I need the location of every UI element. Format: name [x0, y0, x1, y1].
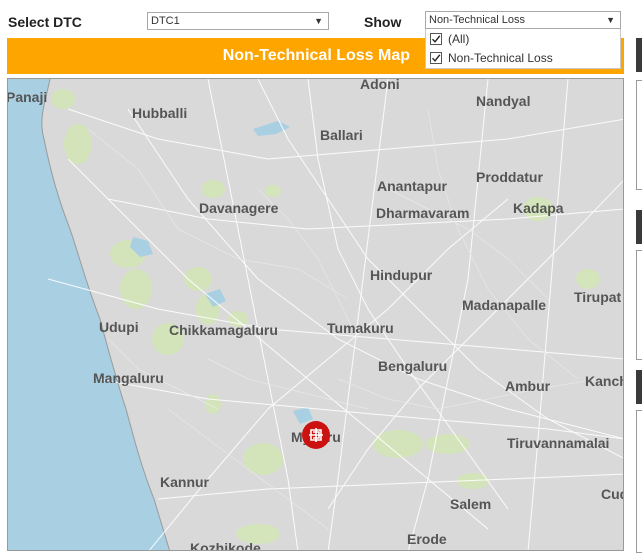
side-panel-header: [636, 38, 642, 72]
city-label: Tumakuru: [327, 320, 394, 336]
city-label: Panaji: [7, 89, 48, 105]
select-dtc-dropdown[interactable]: DTC1 ▼: [147, 12, 329, 30]
city-label: Hubballi: [132, 105, 188, 121]
side-panel-frame: [636, 250, 642, 360]
city-label: Ballari: [320, 127, 363, 143]
city-label: Ambur: [505, 378, 551, 394]
side-panel-header: [636, 210, 642, 244]
city-label: Dharmavaram: [376, 205, 470, 221]
side-panel-header: [636, 370, 642, 404]
city-label: Tiruvannamalai: [507, 435, 610, 451]
select-dtc-label: Select DTC: [8, 14, 82, 30]
side-panel-frame: [636, 80, 642, 190]
map-title: Non-Technical Loss Map: [222, 47, 410, 64]
show-option-label: Non-Technical Loss: [448, 51, 553, 65]
city-label: Kanch: [585, 373, 624, 389]
show-value: Non-Technical Loss: [429, 14, 525, 26]
show-dropdown[interactable]: Non-Technical Loss ▼: [425, 11, 621, 29]
city-label: Salem: [450, 496, 492, 512]
checkbox-checked-icon[interactable]: [430, 52, 442, 64]
city-label: Udupi: [99, 319, 139, 335]
city-label: Adoni: [360, 78, 400, 92]
show-option-all[interactable]: (All): [430, 30, 469, 48]
city-label: Kannur: [160, 474, 209, 490]
map-canvas[interactable]: Panaji Hubballi Adoni Nandyal Ballari An…: [7, 78, 624, 551]
chevron-down-icon[interactable]: ▼: [314, 13, 323, 29]
dtc-location-marker-icon[interactable]: [301, 420, 331, 450]
show-option-non-technical-loss[interactable]: Non-Technical Loss: [430, 49, 553, 67]
city-label: Madanapalle: [462, 297, 547, 313]
select-dtc-value: DTC1: [151, 15, 180, 27]
city-label: Nandyal: [476, 93, 531, 109]
city-label: Anantapur: [377, 178, 447, 194]
side-panel-frame: [636, 410, 642, 553]
show-option-label: (All): [448, 32, 470, 46]
city-label: Bengaluru: [378, 358, 448, 374]
city-label: Proddatur: [476, 169, 543, 185]
city-label: Chikkamagaluru: [169, 322, 278, 338]
map-background: [8, 79, 623, 550]
city-label: Davanagere: [199, 200, 279, 216]
chevron-down-icon[interactable]: ▼: [606, 12, 615, 28]
city-label: Cud: [601, 486, 623, 502]
city-label: Hindupur: [370, 267, 433, 283]
city-label: Kozhikode: [190, 540, 261, 551]
checkbox-checked-icon[interactable]: [430, 33, 442, 45]
city-label: Tirupat: [574, 289, 622, 305]
city-label: Mangaluru: [93, 370, 164, 386]
show-options-list: (All) Non-Technical Loss: [425, 29, 621, 69]
show-label: Show: [364, 14, 402, 30]
city-label: Erode: [407, 531, 447, 547]
city-label: Kadapa: [513, 200, 564, 216]
